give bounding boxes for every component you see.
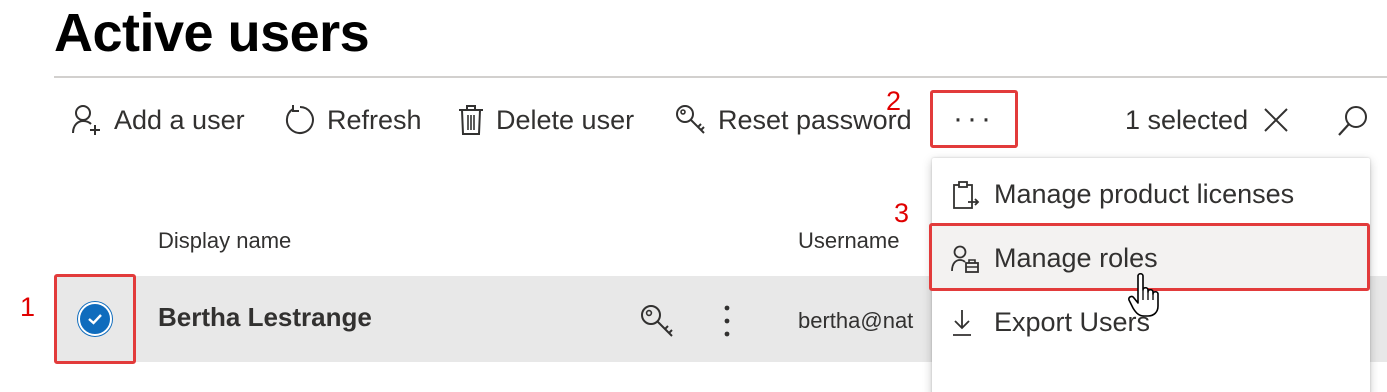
menu-item-export-users[interactable]: Export Users (932, 290, 1370, 354)
more-actions-button[interactable]: ··· (930, 90, 1018, 148)
user-display-name[interactable]: Bertha Lestrange (158, 302, 372, 333)
add-user-icon (72, 105, 100, 135)
column-header-display-name[interactable]: Display name (158, 228, 291, 254)
add-user-button[interactable]: Add a user (70, 90, 245, 150)
refresh-icon (285, 105, 314, 134)
step-3-annotation: 3 (894, 198, 910, 228)
title-divider (54, 76, 1387, 78)
menu-item-manage-product-licenses[interactable]: Manage product licenses (932, 162, 1370, 226)
download-icon (953, 310, 971, 336)
refresh-button[interactable]: Refresh (283, 90, 422, 150)
more-actions-label: ··· (953, 102, 995, 135)
checkmark-icon (78, 302, 112, 336)
trash-icon (459, 105, 483, 135)
clear-selection-icon[interactable] (1262, 106, 1290, 134)
menu-item-label: Manage product licenses (994, 178, 1295, 209)
add-user-label: Add a user (114, 104, 245, 135)
key-icon (676, 105, 705, 134)
reset-password-label: Reset password (718, 104, 912, 135)
step-2-annotation: 2 (886, 86, 902, 116)
reset-password-button[interactable]: Reset password (674, 90, 912, 150)
more-actions-menu: Manage product licenses Manage roles Exp… (932, 158, 1370, 392)
delete-user-label: Delete user (496, 104, 635, 135)
step-1-annotation: 1 (20, 292, 36, 322)
clipboard-license-icon (953, 181, 980, 209)
refresh-label: Refresh (327, 104, 422, 135)
active-users-page: Active users Add a user Refresh Delete u… (0, 0, 1387, 392)
row-more-icon[interactable] (712, 302, 742, 342)
menu-item-manage-roles[interactable]: Manage roles (932, 226, 1370, 290)
user-username: bertha@nat (798, 308, 914, 333)
menu-item-label: Export Users (994, 306, 1151, 337)
command-bar: Add a user Refresh Delete user Reset pas… (0, 90, 1387, 150)
delete-user-button[interactable]: Delete user (456, 90, 634, 150)
menu-item-label: Manage roles (994, 242, 1158, 273)
selection-count: 1 selected (1125, 104, 1249, 135)
column-header-username[interactable]: Username (798, 228, 899, 254)
search-icon[interactable] (1336, 104, 1370, 138)
row-reset-password-icon[interactable] (638, 302, 676, 340)
person-roles-icon (951, 245, 979, 273)
page-title: Active users (54, 3, 370, 63)
row-select-checkbox[interactable] (54, 274, 136, 364)
